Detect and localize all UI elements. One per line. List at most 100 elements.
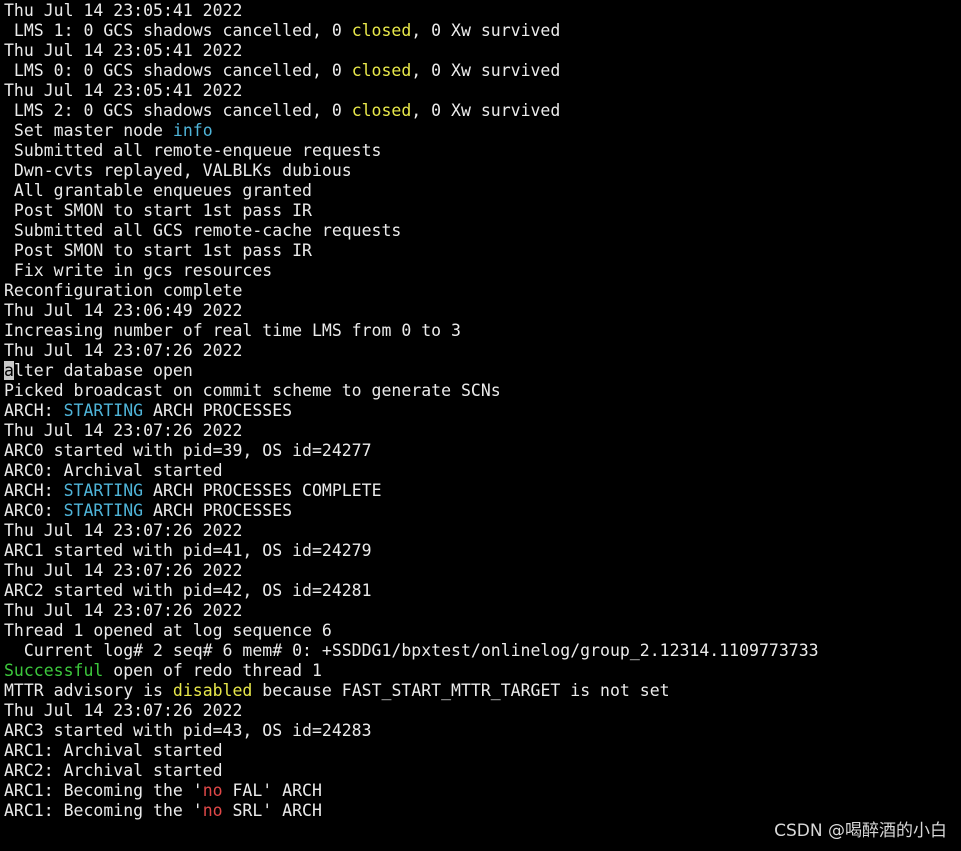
terminal-line: Thu Jul 14 23:07:26 2022 bbox=[4, 701, 961, 721]
terminal-line: Successful open of redo thread 1 bbox=[4, 661, 961, 681]
terminal-line: ARC3 started with pid=43, OS id=24283 bbox=[4, 721, 961, 741]
terminal-text-segment: Reconfiguration complete bbox=[4, 281, 243, 300]
terminal-line: LMS 0: 0 GCS shadows cancelled, 0 closed… bbox=[4, 61, 961, 81]
terminal-text-segment: LMS 1: 0 GCS shadows cancelled, 0 bbox=[4, 21, 352, 40]
terminal-text-segment: ARCH: bbox=[4, 401, 64, 420]
terminal-line: All grantable enqueues granted bbox=[4, 181, 961, 201]
terminal-line: LMS 1: 0 GCS shadows cancelled, 0 closed… bbox=[4, 21, 961, 41]
terminal-text-segment: Thu Jul 14 23:05:41 2022 bbox=[4, 41, 243, 60]
terminal-text-segment: Thu Jul 14 23:07:26 2022 bbox=[4, 561, 243, 580]
terminal-text-segment: , 0 Xw survived bbox=[411, 21, 561, 40]
terminal-text-segment: because FAST_START_MTTR_TARGET is not se… bbox=[252, 681, 670, 700]
terminal-line: Reconfiguration complete bbox=[4, 281, 961, 301]
terminal-line: Thu Jul 14 23:07:26 2022 bbox=[4, 421, 961, 441]
terminal-text-segment: ARC2 started with pid=42, OS id=24281 bbox=[4, 581, 372, 600]
terminal-text-segment: Thread 1 opened at log sequence 6 bbox=[4, 621, 332, 640]
terminal-line: MTTR advisory is disabled because FAST_S… bbox=[4, 681, 961, 701]
terminal-line: Thu Jul 14 23:05:41 2022 bbox=[4, 81, 961, 101]
terminal-line: Set master node info bbox=[4, 121, 961, 141]
terminal-line: ARC1: Becoming the 'no FAL' ARCH bbox=[4, 781, 961, 801]
terminal-text-segment: closed bbox=[351, 21, 412, 40]
terminal-line: Thu Jul 14 23:07:26 2022 bbox=[4, 601, 961, 621]
terminal-text-segment: Submitted all remote-enqueue requests bbox=[4, 141, 382, 160]
terminal-window[interactable]: Thu Jul 14 23:05:41 2022 LMS 1: 0 GCS sh… bbox=[0, 0, 961, 851]
terminal-text-segment: ARCH PROCESSES COMPLETE bbox=[143, 481, 382, 500]
terminal-text-segment: Dwn-cvts replayed, VALBLKs dubious bbox=[4, 161, 352, 180]
terminal-text-segment: closed bbox=[351, 61, 412, 80]
terminal-line: alter database open bbox=[4, 361, 961, 381]
terminal-text-segment: Current log# 2 seq# 6 mem# 0: +SSDDG1/bp… bbox=[4, 641, 819, 660]
terminal-line: Submitted all GCS remote-cache requests bbox=[4, 221, 961, 241]
terminal-text-segment: ARCH PROCESSES bbox=[143, 501, 293, 520]
terminal-text-segment: closed bbox=[351, 101, 412, 120]
terminal-text-segment: Submitted all GCS remote-cache requests bbox=[4, 221, 402, 240]
terminal-text-segment: ARC1: Becoming the ' bbox=[4, 801, 203, 820]
terminal-line: ARC0: Archival started bbox=[4, 461, 961, 481]
terminal-text-segment: ARC0: Archival started bbox=[4, 461, 223, 480]
terminal-text-segment: Thu Jul 14 23:07:26 2022 bbox=[4, 421, 243, 440]
terminal-line: Thu Jul 14 23:05:41 2022 bbox=[4, 1, 961, 21]
terminal-line: ARC0: STARTING ARCH PROCESSES bbox=[4, 501, 961, 521]
terminal-text-segment: disabled bbox=[172, 681, 253, 700]
terminal-text-segment: no bbox=[202, 781, 223, 800]
terminal-line: ARC0 started with pid=39, OS id=24277 bbox=[4, 441, 961, 461]
terminal-text-segment: ARCH: bbox=[4, 481, 64, 500]
terminal-line: ARC1: Archival started bbox=[4, 741, 961, 761]
terminal-output: Thu Jul 14 23:05:41 2022 LMS 1: 0 GCS sh… bbox=[4, 1, 961, 821]
terminal-text-segment: STARTING bbox=[63, 481, 144, 500]
terminal-line: LMS 2: 0 GCS shadows cancelled, 0 closed… bbox=[4, 101, 961, 121]
terminal-text-segment: Post SMON to start 1st pass IR bbox=[4, 201, 312, 220]
terminal-text-segment: STARTING bbox=[63, 501, 144, 520]
terminal-line: Picked broadcast on commit scheme to gen… bbox=[4, 381, 961, 401]
terminal-line: ARC2: Archival started bbox=[4, 761, 961, 781]
terminal-line: ARC1 started with pid=41, OS id=24279 bbox=[4, 541, 961, 561]
terminal-line: Current log# 2 seq# 6 mem# 0: +SSDDG1/bp… bbox=[4, 641, 961, 661]
terminal-text-segment: MTTR advisory is bbox=[4, 681, 173, 700]
terminal-text-segment: ARC1: Archival started bbox=[4, 741, 223, 760]
terminal-text-segment: Thu Jul 14 23:05:41 2022 bbox=[4, 1, 243, 20]
terminal-text-segment: Thu Jul 14 23:05:41 2022 bbox=[4, 81, 243, 100]
terminal-line: ARCH: STARTING ARCH PROCESSES bbox=[4, 401, 961, 421]
terminal-text-segment: SRL' ARCH bbox=[222, 801, 322, 820]
terminal-line: Thu Jul 14 23:07:26 2022 bbox=[4, 561, 961, 581]
terminal-text-segment: ARC1: Becoming the ' bbox=[4, 781, 203, 800]
terminal-text-segment: ARC3 started with pid=43, OS id=24283 bbox=[4, 721, 372, 740]
terminal-text-segment: Set master node bbox=[4, 121, 173, 140]
terminal-text-segment: Increasing number of real time LMS from … bbox=[4, 321, 461, 340]
terminal-text-segment: LMS 0: 0 GCS shadows cancelled, 0 bbox=[4, 61, 352, 80]
terminal-line: Post SMON to start 1st pass IR bbox=[4, 241, 961, 261]
terminal-line: ARCH: STARTING ARCH PROCESSES COMPLETE bbox=[4, 481, 961, 501]
terminal-text-segment: Successful bbox=[4, 661, 104, 680]
terminal-text-segment: ARC0 started with pid=39, OS id=24277 bbox=[4, 441, 372, 460]
terminal-text-segment: , 0 Xw survived bbox=[411, 101, 561, 120]
terminal-line: Dwn-cvts replayed, VALBLKs dubious bbox=[4, 161, 961, 181]
terminal-line: Thread 1 opened at log sequence 6 bbox=[4, 621, 961, 641]
terminal-line: Thu Jul 14 23:05:41 2022 bbox=[4, 41, 961, 61]
terminal-line: Submitted all remote-enqueue requests bbox=[4, 141, 961, 161]
terminal-line: Thu Jul 14 23:07:26 2022 bbox=[4, 341, 961, 361]
terminal-text-segment: Picked broadcast on commit scheme to gen… bbox=[4, 381, 501, 400]
terminal-text-segment: Thu Jul 14 23:07:26 2022 bbox=[4, 341, 243, 360]
terminal-text-segment: LMS 2: 0 GCS shadows cancelled, 0 bbox=[4, 101, 352, 120]
terminal-line: Thu Jul 14 23:07:26 2022 bbox=[4, 521, 961, 541]
terminal-line: ARC2 started with pid=42, OS id=24281 bbox=[4, 581, 961, 601]
terminal-text-segment: info bbox=[172, 121, 213, 140]
terminal-line: Increasing number of real time LMS from … bbox=[4, 321, 961, 341]
terminal-text-segment: ARC2: Archival started bbox=[4, 761, 223, 780]
terminal-text-segment: Thu Jul 14 23:06:49 2022 bbox=[4, 301, 243, 320]
terminal-text-segment: All grantable enqueues granted bbox=[4, 181, 312, 200]
terminal-text-segment: open of redo thread 1 bbox=[103, 661, 322, 680]
csdn-watermark: CSDN @喝醉酒的小白 bbox=[774, 821, 947, 841]
terminal-line: Thu Jul 14 23:06:49 2022 bbox=[4, 301, 961, 321]
terminal-text-segment: Thu Jul 14 23:07:26 2022 bbox=[4, 521, 243, 540]
terminal-text-segment: FAL' ARCH bbox=[222, 781, 322, 800]
terminal-text-segment: no bbox=[202, 801, 223, 820]
terminal-text-segment: ARC1 started with pid=41, OS id=24279 bbox=[4, 541, 372, 560]
terminal-text-segment: Thu Jul 14 23:07:26 2022 bbox=[4, 601, 243, 620]
terminal-line: Post SMON to start 1st pass IR bbox=[4, 201, 961, 221]
terminal-text-segment: STARTING bbox=[63, 401, 144, 420]
terminal-text-segment: ARC0: bbox=[4, 501, 64, 520]
terminal-text-segment: ARCH PROCESSES bbox=[143, 401, 293, 420]
terminal-text-segment: Fix write in gcs resources bbox=[4, 261, 273, 280]
terminal-text-segment: Thu Jul 14 23:07:26 2022 bbox=[4, 701, 243, 720]
